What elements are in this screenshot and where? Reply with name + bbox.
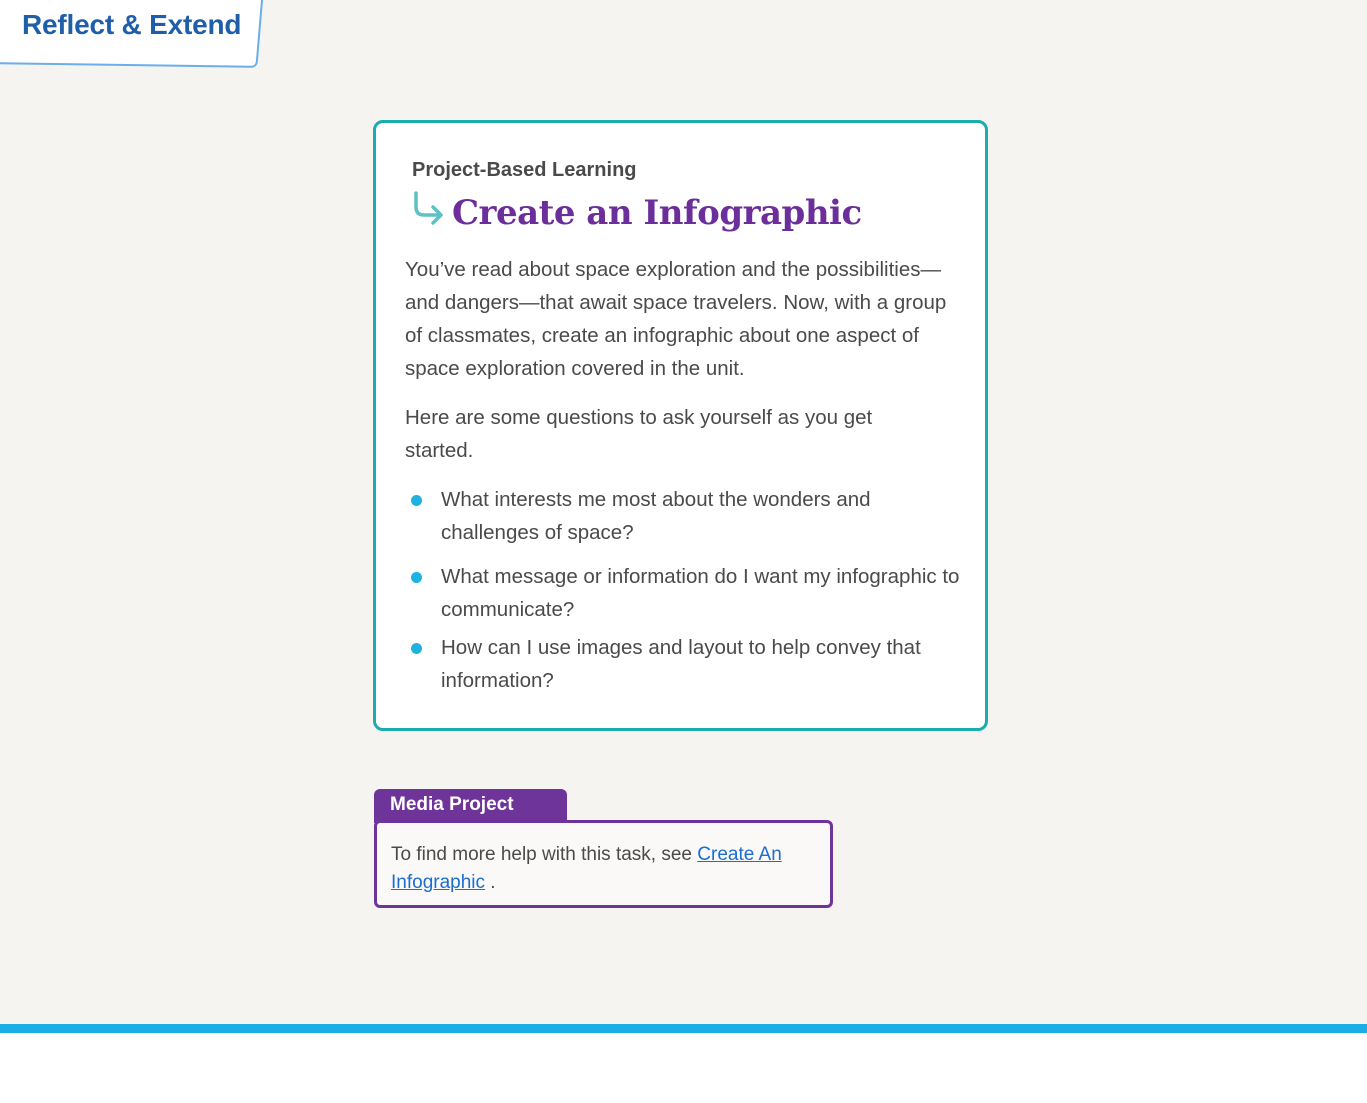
list-item-text: What interests me most about the wonders…: [441, 488, 871, 544]
card-title: Create an Infographic: [452, 193, 862, 233]
list-item-text: How can I use images and layout to help …: [441, 636, 921, 692]
bullet-dot-icon: [411, 495, 422, 506]
project-card: Project-Based Learning Create an Infogra…: [373, 120, 988, 731]
arrow-turn-down-right-icon: [414, 191, 443, 225]
list-item: What interests me most about the wonders…: [405, 483, 965, 549]
bullet-dot-icon: [411, 572, 422, 583]
list-item: What message or information do I want my…: [405, 560, 965, 626]
media-project-tab: Media Project: [374, 789, 567, 823]
section-title: Reflect & Extend: [22, 9, 242, 40]
media-project-box: To find more help with this task, see Cr…: [374, 820, 833, 908]
list-item-text: What message or information do I want my…: [441, 565, 960, 621]
card-eyebrow: Project-Based Learning: [412, 159, 637, 181]
bullet-dot-icon: [411, 643, 422, 654]
question-list: What interests me most about the wonders…: [405, 483, 965, 697]
questions-intro: Here are some questions to ask yourself …: [405, 406, 873, 462]
footer-divider: [0, 1024, 1367, 1033]
intro-paragraph: You’ve read about space exploration and …: [405, 258, 947, 380]
media-project-label: Media Project: [390, 794, 514, 815]
list-item: How can I use images and layout to help …: [405, 631, 965, 697]
footer: [0, 1033, 1367, 1103]
media-project-text: To find more help with this task, see Cr…: [391, 841, 811, 897]
media-text-after: .: [485, 872, 496, 893]
media-text-before: To find more help with this task, see: [391, 844, 698, 865]
